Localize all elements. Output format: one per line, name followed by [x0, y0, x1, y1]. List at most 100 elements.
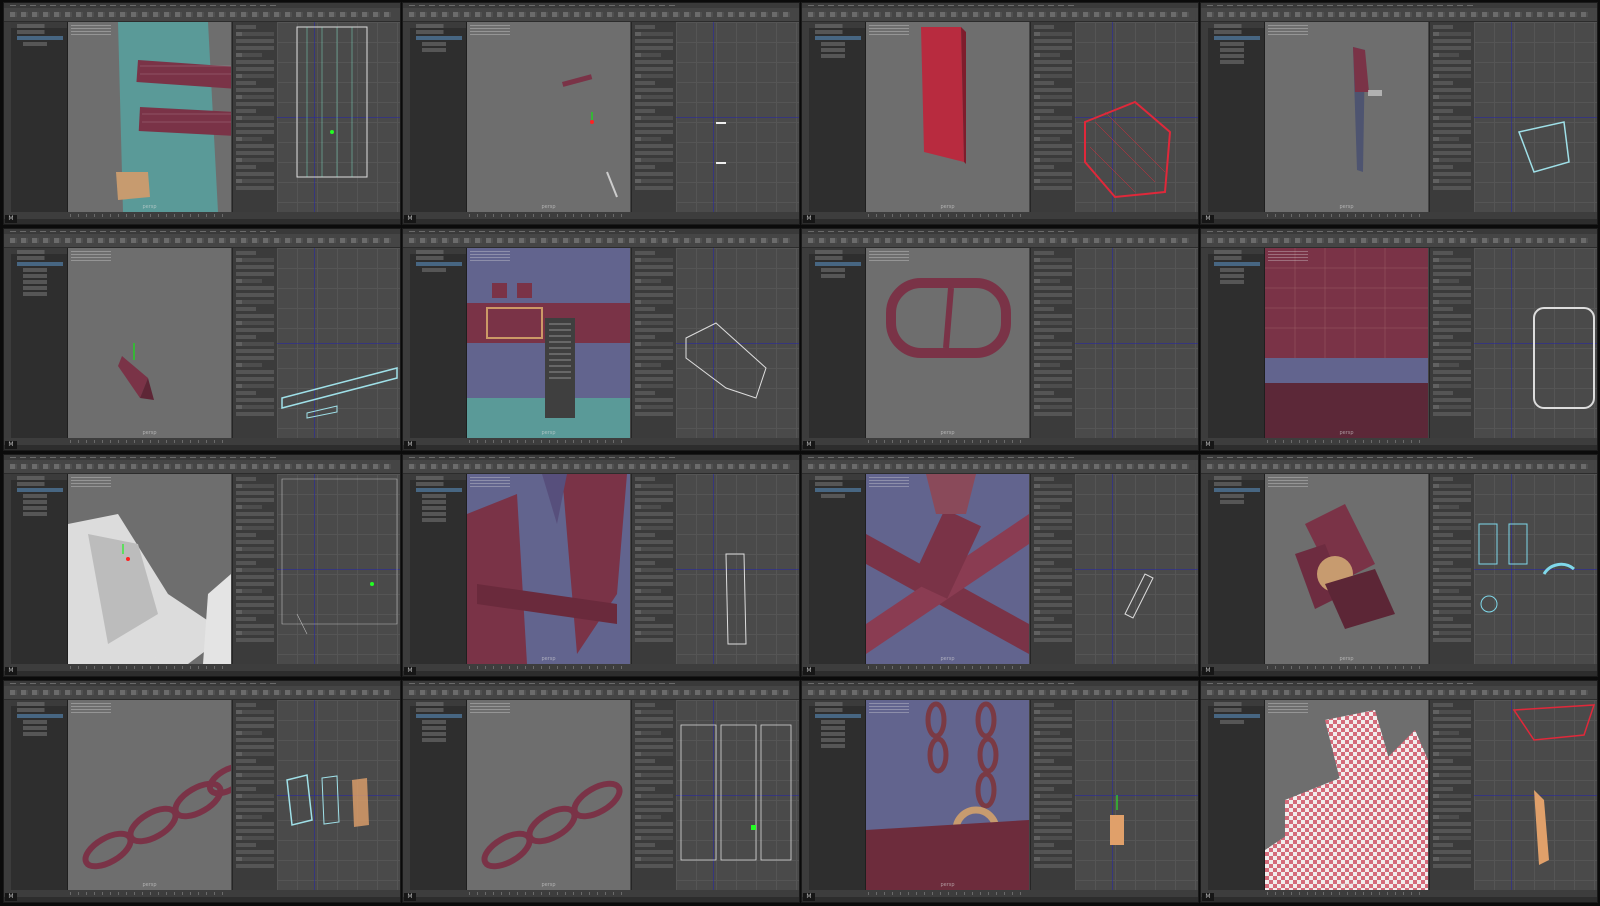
- attribute-row[interactable]: [236, 405, 274, 409]
- shelf-toolbar[interactable]: [1201, 686, 1597, 700]
- outliner-item[interactable]: [422, 268, 462, 272]
- attribute-row[interactable]: [236, 822, 274, 826]
- attribute-row[interactable]: [236, 759, 256, 763]
- tool-box[interactable]: [802, 700, 809, 892]
- attribute-row[interactable]: [1433, 829, 1471, 833]
- shelf-toolbar[interactable]: [1201, 8, 1597, 22]
- 3d-viewport[interactable]: persp: [866, 22, 1029, 212]
- attribute-row[interactable]: [1433, 710, 1471, 714]
- tool-box[interactable]: [1201, 474, 1208, 666]
- outliner-item[interactable]: [416, 482, 462, 486]
- attribute-row[interactable]: [236, 25, 256, 29]
- attribute-row[interactable]: [635, 808, 673, 812]
- attribute-row[interactable]: [1034, 165, 1054, 169]
- attribute-row[interactable]: [1034, 603, 1072, 607]
- attribute-row[interactable]: [1433, 582, 1471, 586]
- attribute-row[interactable]: [1034, 717, 1072, 721]
- attribute-row[interactable]: [1034, 53, 1060, 57]
- attribute-row[interactable]: [635, 151, 673, 155]
- attribute-row[interactable]: [236, 610, 274, 614]
- outliner-item[interactable]: [416, 24, 462, 28]
- attribute-row[interactable]: [236, 314, 274, 318]
- attribute-row[interactable]: [1433, 412, 1471, 416]
- attribute-row[interactable]: [236, 638, 274, 642]
- time-slider[interactable]: [4, 212, 400, 219]
- tool-box[interactable]: [403, 700, 410, 892]
- shelf-toolbar[interactable]: [403, 234, 799, 248]
- attribute-row[interactable]: [635, 498, 673, 502]
- tool-box[interactable]: [403, 22, 410, 214]
- attribute-row[interactable]: [1433, 335, 1453, 339]
- attribute-row[interactable]: [1034, 477, 1054, 481]
- attribute-row[interactable]: [236, 766, 274, 770]
- attribute-row[interactable]: [236, 116, 274, 120]
- attribute-row[interactable]: [1034, 787, 1054, 791]
- attribute-row[interactable]: [635, 102, 673, 106]
- outliner-item[interactable]: [1220, 280, 1260, 284]
- attribute-row[interactable]: [1433, 484, 1471, 488]
- attribute-row[interactable]: [1034, 617, 1054, 621]
- attribute-row[interactable]: [236, 102, 274, 106]
- attribute-row[interactable]: [1433, 123, 1471, 127]
- attribute-row[interactable]: [1034, 624, 1072, 628]
- shelf-toolbar[interactable]: [802, 234, 1198, 248]
- attribute-row[interactable]: [1433, 342, 1471, 346]
- attribute-row[interactable]: [635, 526, 673, 530]
- attribute-row[interactable]: [1433, 540, 1471, 544]
- attribute-row[interactable]: [635, 477, 655, 481]
- attribute-row[interactable]: [635, 349, 673, 353]
- outliner-item[interactable]: [1214, 702, 1260, 706]
- attribute-row[interactable]: [236, 46, 274, 50]
- attribute-row[interactable]: [1034, 88, 1072, 92]
- attribute-row[interactable]: [1034, 258, 1072, 262]
- outliner-item[interactable]: [1220, 48, 1260, 52]
- attribute-row[interactable]: [635, 589, 661, 593]
- attribute-row[interactable]: [1433, 130, 1471, 134]
- outliner-item[interactable]: [422, 494, 462, 498]
- attribute-row[interactable]: [635, 582, 673, 586]
- outliner-item[interactable]: [821, 744, 861, 748]
- attribute-row[interactable]: [1034, 370, 1072, 374]
- attribute-row[interactable]: [1433, 526, 1471, 530]
- attribute-row[interactable]: [1433, 624, 1471, 628]
- attribute-row[interactable]: [635, 519, 673, 523]
- attribute-row[interactable]: [1433, 596, 1471, 600]
- attribute-row[interactable]: [635, 638, 673, 642]
- attribute-row[interactable]: [1433, 328, 1471, 332]
- attribute-row[interactable]: [635, 703, 655, 707]
- attribute-row[interactable]: [1034, 272, 1072, 276]
- shelf-toolbar[interactable]: [1201, 460, 1597, 474]
- outliner-item[interactable]: [17, 702, 63, 706]
- attribute-row[interactable]: [635, 307, 655, 311]
- uv-editor[interactable]: [676, 248, 799, 438]
- attribute-row[interactable]: [1034, 60, 1072, 64]
- attribute-row[interactable]: [236, 836, 274, 840]
- attribute-row[interactable]: [635, 186, 673, 190]
- shelf-toolbar[interactable]: [4, 8, 400, 22]
- 3d-viewport[interactable]: persp: [866, 700, 1029, 890]
- attribute-row[interactable]: [635, 60, 673, 64]
- outliner-item[interactable]: [815, 488, 861, 492]
- attribute-row[interactable]: [236, 272, 274, 276]
- attribute-row[interactable]: [236, 67, 274, 71]
- attribute-row[interactable]: [1034, 724, 1072, 728]
- attribute-row[interactable]: [236, 582, 274, 586]
- attribute-row[interactable]: [236, 505, 262, 509]
- outliner-item[interactable]: [1220, 60, 1260, 64]
- outliner-item[interactable]: [815, 30, 861, 34]
- outliner-item[interactable]: [416, 36, 462, 40]
- attribute-row[interactable]: [1034, 102, 1072, 106]
- uv-editor[interactable]: [676, 474, 799, 664]
- attribute-row[interactable]: [236, 624, 274, 628]
- attribute-row[interactable]: [1433, 251, 1453, 255]
- attribute-row[interactable]: [1034, 116, 1072, 120]
- attribute-row[interactable]: [1034, 801, 1072, 805]
- shelf-toolbar[interactable]: [403, 686, 799, 700]
- attribute-row[interactable]: [236, 596, 274, 600]
- attribute-row[interactable]: [1034, 81, 1054, 85]
- attribute-row[interactable]: [236, 794, 274, 798]
- attribute-row[interactable]: [1034, 335, 1054, 339]
- tool-box[interactable]: [1201, 700, 1208, 892]
- outliner-item[interactable]: [422, 720, 462, 724]
- attribute-row[interactable]: [236, 158, 274, 162]
